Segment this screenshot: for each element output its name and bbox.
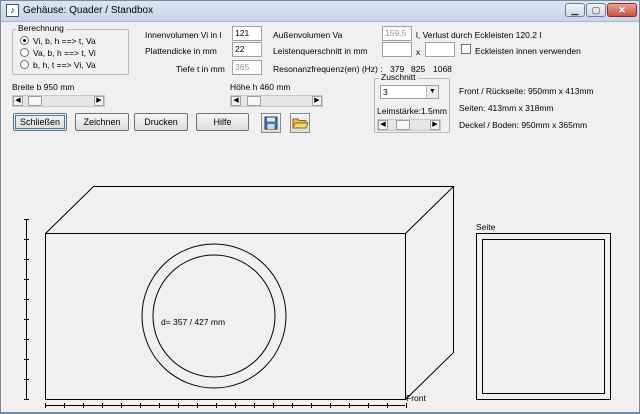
front-label: Front	[406, 393, 426, 403]
speaker-outer-circle	[141, 243, 287, 389]
front-panel-outline	[45, 233, 406, 400]
seite-label: Seite	[476, 222, 496, 232]
right-face-outline	[405, 186, 454, 400]
side-panel-inner	[482, 239, 605, 394]
main-window: ♪ Gehäuse: Quader / Standbox ▁ ▢ ✕ Berec…	[0, 0, 640, 413]
diameter-label: d= 357 / 427 mm	[161, 317, 226, 327]
box-drawing	[24, 186, 611, 408]
speaker-inner-circle	[152, 254, 276, 378]
side-panel-outer	[476, 233, 611, 400]
top-face-outline	[45, 186, 455, 234]
